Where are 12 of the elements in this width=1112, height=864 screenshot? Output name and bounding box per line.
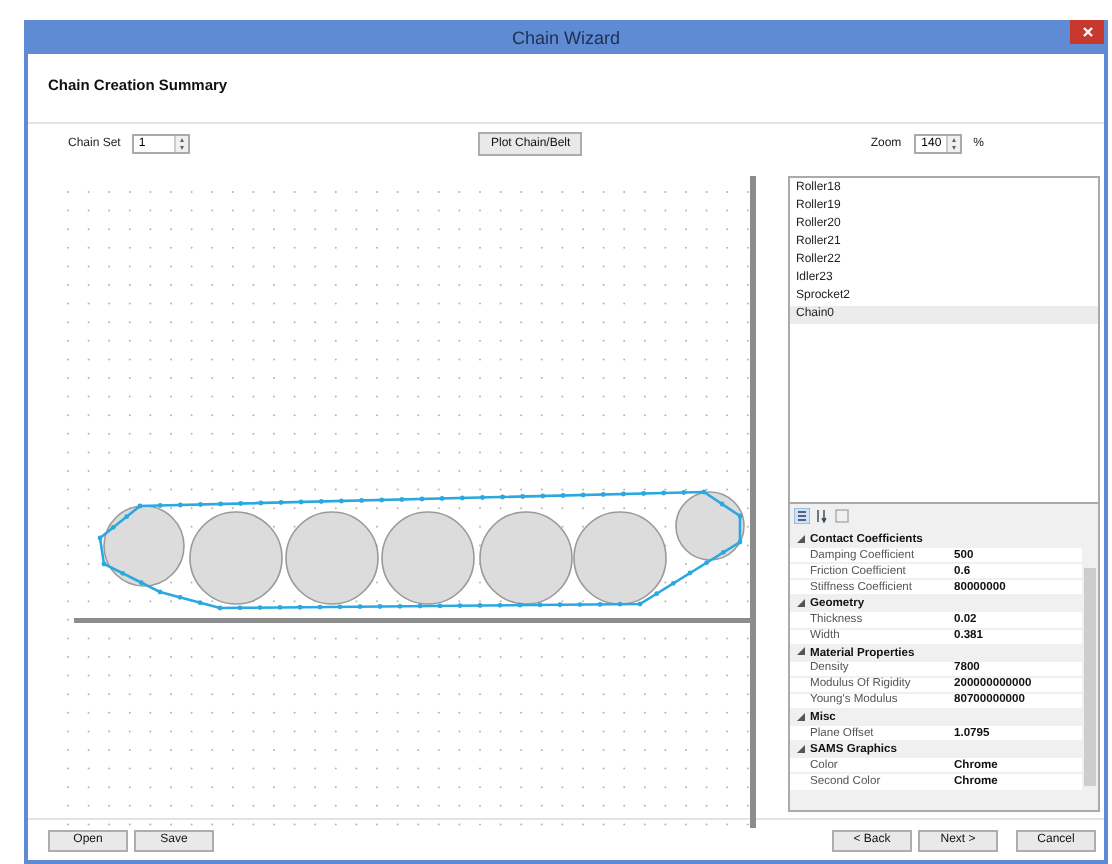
roller	[103, 505, 185, 587]
roller	[285, 511, 379, 605]
roller	[573, 511, 667, 605]
close-button[interactable]	[1070, 20, 1104, 44]
sort-icon[interactable]	[814, 508, 830, 524]
categorized-icon[interactable]	[794, 508, 810, 524]
roller	[189, 511, 283, 605]
roller	[479, 511, 573, 605]
window-title: Chain Wizard	[511, 27, 621, 47]
roller	[675, 491, 745, 561]
roller	[381, 511, 475, 605]
close-icon	[1081, 26, 1093, 38]
